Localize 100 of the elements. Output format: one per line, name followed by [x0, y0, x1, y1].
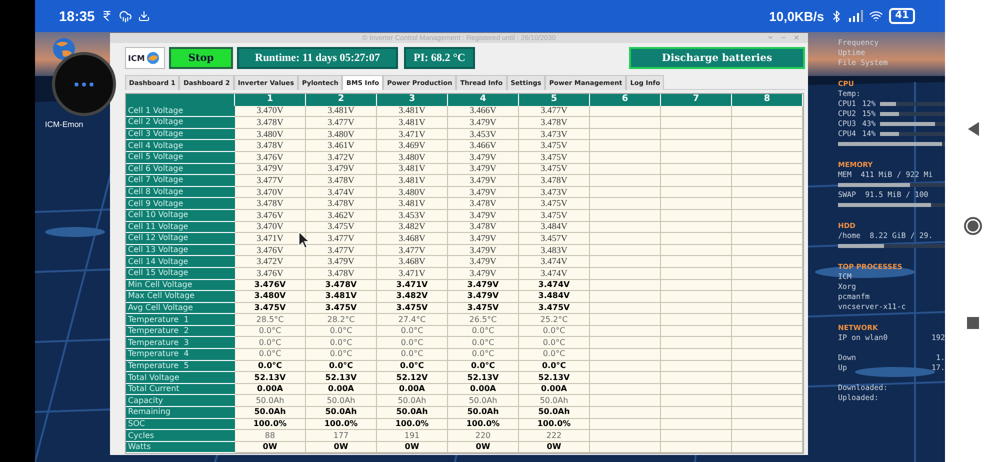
table-cell: 0.00A	[448, 384, 519, 396]
table-cell: 3.475V	[519, 140, 590, 152]
row-label: Cell 1 Voltage	[126, 106, 235, 118]
table-cell: 3.483V	[519, 244, 590, 256]
table-cell: 3.471V	[377, 268, 448, 280]
table-cell: 3.476V	[235, 280, 306, 292]
stop-button[interactable]: Stop	[169, 47, 233, 69]
table-cell: 0W	[519, 442, 590, 454]
row-label: Cell 15 Voltage	[126, 268, 235, 280]
table-cell: 50.0Ah	[235, 395, 306, 408]
table-cell: 50.0Ah	[448, 395, 519, 408]
table-cell: 191	[377, 430, 448, 442]
table-cell: 3.468V	[377, 256, 448, 268]
table-cell: 3.481V	[377, 117, 448, 129]
row-label: Min Cell Voltage	[126, 280, 235, 292]
table-cell: 3.471V	[235, 233, 306, 245]
table-cell: 50.0Ah	[519, 407, 590, 419]
table-cell: 3.478V	[306, 280, 377, 292]
table-cell: 50.0Ah	[448, 407, 519, 419]
table-cell: 3.479V	[448, 244, 519, 256]
table-cell: 0.0°C	[235, 349, 306, 361]
row-label: Remaining	[126, 407, 235, 419]
row-label: Cell 7 Voltage	[126, 175, 235, 187]
swirl-icon	[146, 51, 160, 65]
table-cell: 3.479V	[448, 164, 519, 176]
table-cell: 3.477V	[306, 117, 377, 129]
table-cell: 3.475V	[519, 210, 590, 222]
globe-icon[interactable]	[52, 37, 76, 61]
table-cell: 3.484V	[519, 291, 590, 303]
table-cell: 0.0°C	[519, 337, 590, 350]
table-cell: 3.480V	[235, 128, 306, 140]
table-cell: 3.479V	[306, 256, 377, 268]
table-cell: 3.477V	[235, 175, 306, 187]
table-cell: 0.0°C	[306, 337, 377, 350]
table-cell: 3.478V	[519, 175, 590, 187]
column-header: 8	[732, 94, 803, 106]
row-label: Cell 2 Voltage	[126, 117, 235, 129]
row-label: Watts	[126, 442, 235, 454]
home-icon[interactable]	[962, 216, 982, 236]
table-cell: 3.477V	[306, 233, 377, 245]
table-cell: 3.476V	[235, 152, 306, 164]
row-label: Max Cell Voltage	[126, 291, 235, 303]
table-cell: 3.475V	[306, 302, 377, 314]
table-cell: 0.0°C	[306, 349, 377, 361]
table-cell: 3.476V	[235, 268, 306, 280]
table-cell: 0.0°C	[448, 337, 519, 350]
table-cell: 100.0%	[448, 418, 519, 430]
table-cell: 3.478V	[448, 198, 519, 210]
row-label: Temperature 2	[126, 326, 235, 338]
table-cell: 3.479V	[448, 256, 519, 268]
table-cell: 3.473V	[519, 186, 590, 198]
table-cell: 3.479V	[235, 164, 306, 176]
table-cell: 0.0°C	[235, 360, 306, 372]
table-cell: 100.0%	[519, 418, 590, 430]
table-cell: 3.477V	[519, 106, 590, 118]
table-cell: 3.480V	[306, 128, 377, 140]
table-cell: 220	[448, 430, 519, 442]
table-cell: 3.479V	[448, 233, 519, 245]
table-cell: 0.0°C	[235, 326, 306, 338]
table-cell: 3.475V	[306, 222, 377, 234]
row-label: Total Current	[126, 384, 235, 396]
table-cell: 0.0°C	[519, 349, 590, 361]
table-cell: 26.5°C	[448, 314, 519, 326]
row-label: Cell 3 Voltage	[126, 128, 235, 140]
table-cell: 0.0°C	[448, 360, 519, 372]
discharge-button[interactable]: Discharge batteries	[629, 47, 805, 69]
table-cell: 52.13V	[306, 372, 377, 384]
table-cell: 3.473V	[519, 128, 590, 140]
column-header: 2	[306, 94, 377, 106]
table-cell: 3.472V	[306, 152, 377, 164]
table-cell: 88	[235, 430, 306, 442]
table-cell: 0W	[377, 442, 448, 454]
table-cell: 25.2°C	[519, 314, 590, 326]
table-cell: 52.13V	[519, 372, 590, 384]
column-header: 4	[448, 94, 519, 106]
table-cell: 3.484V	[519, 222, 590, 234]
table-cell: 100.0%	[235, 418, 306, 430]
shortcut-label[interactable]: ICM-Emon	[45, 120, 84, 129]
table-cell: 3.480V	[235, 291, 306, 303]
row-label: Cell 8 Voltage	[126, 186, 235, 198]
table-cell: 3.480V	[377, 186, 448, 198]
table-cell: 52.13V	[448, 372, 519, 384]
row-label: Cell 13 Voltage	[126, 244, 235, 256]
clock: 18:35	[59, 8, 95, 24]
table-cell: 52.12V	[377, 372, 448, 384]
table-cell: 3.462V	[306, 210, 377, 222]
table-cell: 3.453V	[377, 210, 448, 222]
row-label: Cell 11 Voltage	[126, 222, 235, 234]
table-cell: 0.0°C	[377, 326, 448, 338]
table-cell: 0.00A	[519, 384, 590, 396]
row-label: Cell 6 Voltage	[126, 164, 235, 176]
row-label: Temperature 1	[126, 314, 235, 326]
cloud-icon	[118, 10, 132, 22]
table-cell: 0.0°C	[377, 337, 448, 350]
table-cell: 3.479V	[448, 175, 519, 187]
table-cell: 0.00A	[235, 384, 306, 396]
table-cell: 3.471V	[377, 280, 448, 292]
table-cell: 222	[519, 430, 590, 442]
column-header: 5	[519, 94, 590, 106]
table-cell: 3.475V	[377, 302, 448, 314]
